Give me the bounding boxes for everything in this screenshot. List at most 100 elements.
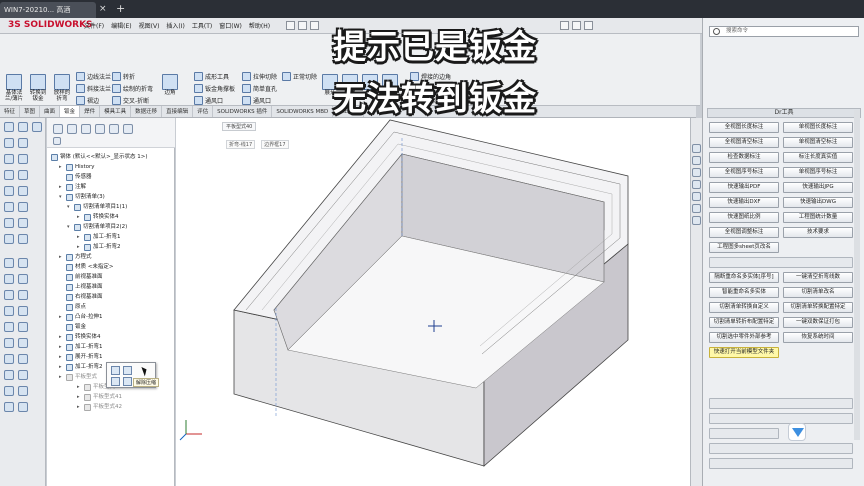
vent-2-button[interactable]: 通风口: [242, 96, 271, 105]
cut-list-fold-config-button[interactable]: 切割清单转折布配置特定: [709, 317, 779, 328]
lofted-bend-button[interactable]: 放样的折弯: [52, 74, 72, 102]
tree-item-process-bend-2[interactable]: ▸ 加工-折弯2: [59, 362, 102, 372]
all-views-balloon-button[interactable]: 全视图序号标注: [709, 167, 779, 178]
panel-scrollbar[interactable]: [854, 110, 860, 440]
tree-item-convert-entity[interactable]: ▸ 转换实体4: [77, 212, 119, 222]
settings-icon[interactable]: [584, 21, 593, 30]
tree-item-bend-2[interactable]: ▸ 加工-折弯2: [77, 242, 120, 252]
sheet-scale-button[interactable]: 快速图纸比例: [709, 212, 779, 223]
new-doc-icon[interactable]: [286, 21, 295, 30]
tab-features[interactable]: 特征: [0, 106, 21, 117]
tab-sketch[interactable]: 草图: [20, 106, 41, 117]
rename-bodies-seq-button[interactable]: 隔断重命名多实体[序号]: [709, 272, 779, 283]
tree-item-convert-solid[interactable]: ▸ 转换实体4: [59, 332, 101, 342]
cut-list-rename-button[interactable]: 切割清单改名: [783, 287, 853, 298]
tab-surfaces[interactable]: 曲面: [40, 106, 61, 117]
tree-item-right-plane[interactable]: 右视基准面: [59, 292, 103, 302]
menu-file[interactable]: 文件(F): [84, 21, 104, 30]
export-pdf-button[interactable]: 快速输出PDF: [709, 182, 779, 193]
tab-evaluate[interactable]: 评估: [193, 106, 214, 117]
addin-icon[interactable]: [692, 216, 701, 225]
jog-button[interactable]: 转折: [112, 72, 135, 81]
menu-insert[interactable]: 插入(I): [166, 21, 184, 30]
simple-hole-button[interactable]: 简单直孔: [242, 84, 277, 93]
tree-item-front-plane[interactable]: 前视基准面: [59, 272, 103, 282]
tree-item-annotations[interactable]: ▸ 注解: [59, 182, 86, 192]
tree-item-history[interactable]: ▸ History: [59, 162, 95, 172]
tool-icon[interactable]: [18, 402, 28, 412]
file-explorer-icon[interactable]: [692, 168, 701, 177]
tree-item-bend-1[interactable]: ▸ 加工-折弯1: [77, 232, 120, 242]
tool-icon[interactable]: [18, 386, 28, 396]
tab-sheet-metal[interactable]: 钣金: [60, 106, 81, 117]
design-library-icon[interactable]: [692, 156, 701, 165]
clear-bend-lines-button[interactable]: 一键清空折弯线数: [783, 272, 853, 283]
all-views-length-dim-button[interactable]: 全视图长度标注: [709, 122, 779, 133]
options-icon[interactable]: [572, 21, 581, 30]
filter-icon[interactable]: [53, 137, 61, 145]
export-dxf-button[interactable]: 快速输出DXF: [709, 197, 779, 208]
tool-icon[interactable]: [4, 274, 14, 284]
check-data-dim-button[interactable]: 检查数据标注: [709, 152, 779, 163]
property-manager-icon[interactable]: [67, 124, 77, 134]
tool-icon[interactable]: [4, 354, 14, 364]
cross-break-button[interactable]: 交叉-折断: [112, 96, 149, 105]
tool-icon[interactable]: [4, 402, 14, 412]
tool-icon[interactable]: [4, 370, 14, 380]
tool-icon[interactable]: [4, 234, 14, 244]
single-view-balloon-button[interactable]: 单视图序号标注: [783, 167, 853, 178]
menu-view[interactable]: 视图(V): [139, 21, 160, 30]
save-icon[interactable]: [310, 21, 319, 30]
single-view-length-dim-button[interactable]: 单视图长度标注: [783, 122, 853, 133]
tool-icon[interactable]: [18, 370, 28, 380]
resources-icon[interactable]: [692, 144, 701, 153]
external-reference-button[interactable]: 切割选中零件外部参考: [709, 332, 779, 343]
open-icon[interactable]: [298, 21, 307, 30]
appearance-icon[interactable]: [123, 124, 133, 134]
tool-icon[interactable]: [4, 170, 14, 180]
smart-rename-bodies-button[interactable]: 智能重命名多实体: [709, 287, 779, 298]
tool-icon[interactable]: [4, 386, 14, 396]
true-length-dim-button[interactable]: 标注长度真实值: [783, 152, 853, 163]
tree-root[interactable]: 钢体 (默认<<默认>_显示状态 1>): [51, 152, 147, 162]
forming-tool-button[interactable]: 成形工具: [194, 72, 229, 81]
tool-icon[interactable]: [18, 234, 28, 244]
unsuppress-icon[interactable]: [123, 377, 132, 386]
convert-to-sheet-metal-button[interactable]: 转换到钣金: [28, 74, 48, 102]
miter-flange-button[interactable]: 斜接法兰: [76, 84, 111, 93]
tree-item-top-plane[interactable]: 上视基准面: [59, 282, 103, 292]
tool-icon[interactable]: [18, 322, 28, 332]
tree-item-flat-pattern-41[interactable]: ▸ 平板型式41: [77, 392, 122, 402]
hem-button[interactable]: 褶边: [76, 96, 99, 105]
display-manager-icon[interactable]: [109, 124, 119, 134]
box-model[interactable]: [176, 118, 700, 486]
tool-icon[interactable]: [18, 258, 28, 268]
single-view-clear-dim-button[interactable]: 单视图清空标注: [783, 137, 853, 148]
edge-flange-button[interactable]: 边线法兰: [76, 72, 111, 81]
menu-help[interactable]: 帮助(H): [249, 21, 270, 30]
view-palette-icon[interactable]: [692, 180, 701, 189]
tool-icon[interactable]: [4, 306, 14, 316]
tab-weldments[interactable]: 焊件: [80, 106, 101, 117]
tool-icon[interactable]: [4, 218, 14, 228]
extruded-cut-button[interactable]: 拉伸切除: [242, 72, 277, 81]
add-tab-icon[interactable]: +: [116, 2, 125, 15]
all-views-adjust-dim-button[interactable]: 全视图调整标注: [709, 227, 779, 238]
tool-icon[interactable]: [4, 290, 14, 300]
tree-item-sheet-metal[interactable]: 钣金: [59, 322, 86, 332]
dimxpert-icon[interactable]: [95, 124, 105, 134]
tree-item-cut-list[interactable]: ▾ 切割清单(3): [59, 192, 105, 202]
base-flange-button[interactable]: 基体法兰/薄片: [4, 74, 24, 102]
tab-data-migration[interactable]: 数据迁移: [131, 106, 163, 117]
tree-item-flat-pattern-42[interactable]: ▸ 平板型式42: [77, 402, 122, 412]
tool-icon[interactable]: [4, 322, 14, 332]
menu-tools[interactable]: 工具(T): [192, 21, 212, 30]
cut-list-to-config-button[interactable]: 切割清单转换配置特定: [783, 302, 853, 313]
rename-sheets-button[interactable]: 工程图多sheet页改名: [709, 242, 779, 253]
tool-icon[interactable]: [4, 154, 14, 164]
tool-icon[interactable]: [18, 202, 28, 212]
search-commands-input[interactable]: 搜索命令: [709, 26, 859, 37]
cut-list-to-custom-button[interactable]: 切割清单转换自定义: [709, 302, 779, 313]
gusset-button[interactable]: 钣金角撑板: [194, 84, 235, 93]
tree-item-boss-extrude[interactable]: ▸ 凸台-拉伸1: [59, 312, 102, 322]
